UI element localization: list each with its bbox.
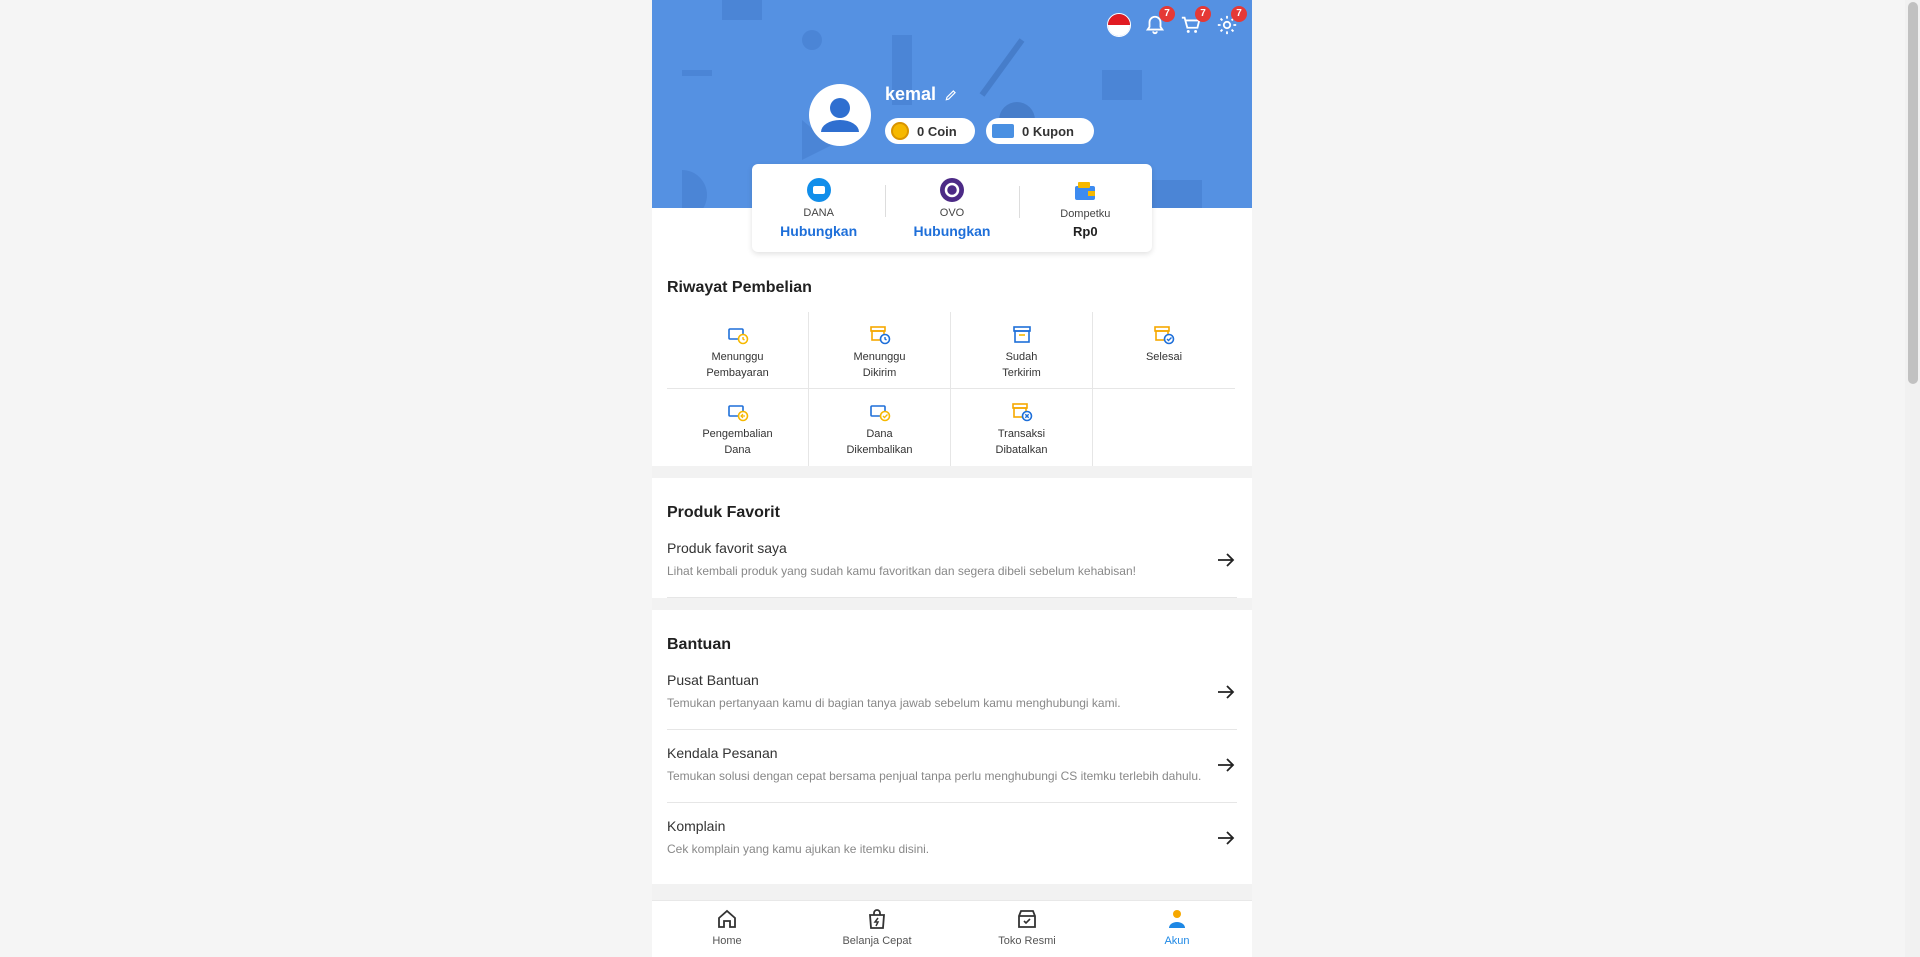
arrow-right-icon xyxy=(1218,685,1235,699)
wallet-dana[interactable]: DANA Hubungkan xyxy=(752,177,885,239)
riwayat-item-menunggu-pembayaran[interactable]: Menunggu Pembayaran xyxy=(667,312,809,389)
riwayat-item-label: Menunggu Dikirim xyxy=(853,351,906,379)
nav-label: Toko Resmi xyxy=(998,935,1056,947)
nav-belanja-cepat[interactable]: Belanja Cepat xyxy=(802,901,952,957)
avatar[interactable] xyxy=(809,84,871,146)
dompetku-balance: Rp0 xyxy=(1073,223,1098,239)
riwayat-empty-cell xyxy=(1093,389,1235,466)
header-actions: 7 7 7 xyxy=(1106,6,1247,38)
wallet-dompetku[interactable]: Dompetku Rp0 xyxy=(1018,178,1152,239)
riwayat-item-dana-dikembalikan[interactable]: Dana Dikembalikan xyxy=(809,389,951,466)
row-description: Lihat kembali produk yang sudah kamu fav… xyxy=(667,564,1136,578)
indonesia-flag-icon xyxy=(1107,13,1131,37)
refunded-icon xyxy=(869,405,890,422)
row-description: Temukan solusi dengan cepat bersama penj… xyxy=(667,769,1202,783)
dana-icon xyxy=(806,177,832,203)
nav-home[interactable]: Home xyxy=(652,901,802,957)
home-icon xyxy=(718,909,736,928)
shipping-pending-icon xyxy=(869,326,890,345)
riwayat-item-selesai[interactable]: Selesai xyxy=(1093,312,1235,389)
store-icon xyxy=(1018,910,1036,928)
bantuan-row-pusat-bantuan[interactable]: Pusat Bantuan Temukan pertanyaan kamu di… xyxy=(667,657,1237,730)
nav-akun[interactable]: Akun xyxy=(1102,901,1252,957)
arrow-right-icon xyxy=(1218,831,1235,845)
riwayat-title: Riwayat Pembelian xyxy=(667,279,812,296)
cancelled-icon xyxy=(1011,403,1032,422)
riwayat-grid: Menunggu Pembayaran Menunggu Dikirim Sud… xyxy=(667,312,1235,466)
notification-button[interactable]: 7 xyxy=(1142,6,1175,38)
cart-button[interactable]: 7 xyxy=(1178,6,1211,38)
settings-badge: 7 xyxy=(1231,6,1247,22)
riwayat-item-label: Selesai xyxy=(1145,351,1183,363)
page-scrollbar[interactable] xyxy=(1905,0,1920,957)
user-icon xyxy=(1169,910,1185,928)
ovo-connect-link[interactable]: Hubungkan xyxy=(885,223,1018,239)
user-avatar-icon xyxy=(821,98,859,132)
wallet-card: DANA Hubungkan OVO Hubungkan Dompetku Rp… xyxy=(752,164,1152,252)
riwayat-item-menunggu-dikirim[interactable]: Menunggu Dikirim xyxy=(809,312,951,389)
payment-pending-icon xyxy=(727,328,748,345)
scrollbar-thumb[interactable] xyxy=(1908,2,1918,384)
done-box-icon xyxy=(1154,326,1175,345)
row-title: Kendala Pesanan xyxy=(667,745,778,761)
username: kemal xyxy=(885,84,937,104)
bantuan-row-kendala-pesanan[interactable]: Kendala Pesanan Temukan solusi dengan ce… xyxy=(667,730,1237,803)
arrow-right-icon xyxy=(1218,758,1235,772)
row-title: Komplain xyxy=(667,818,726,834)
riwayat-item-pengembalian-dana[interactable]: Pengembalian Dana xyxy=(667,389,809,466)
bantuan-card: Bantuan Pusat Bantuan Temukan pertanyaan… xyxy=(652,610,1252,884)
wallet-label: Dompetku xyxy=(1060,207,1111,220)
coin-icon xyxy=(891,122,909,140)
dana-connect-link[interactable]: Hubungkan xyxy=(752,223,885,239)
bantuan-row-komplain[interactable]: Komplain Cek komplain yang kamu ajukan k… xyxy=(667,803,1237,876)
kupon-label: 0 Kupon xyxy=(1022,123,1074,139)
kupon-pill[interactable]: 0 Kupon xyxy=(986,118,1094,144)
nav-label: Home xyxy=(712,935,742,947)
riwayat-item-label: Transaksi Dibatalkan xyxy=(995,428,1048,456)
wallet-icon xyxy=(1072,178,1098,204)
riwayat-item-transaksi-dibatalkan[interactable]: Transaksi Dibatalkan xyxy=(951,389,1093,466)
coupon-icon xyxy=(992,124,1014,138)
language-button[interactable] xyxy=(1106,12,1132,38)
wallet-label: DANA xyxy=(803,207,834,219)
riwayat-item-label: Pengembalian Dana xyxy=(702,428,773,456)
favorit-row[interactable]: Produk favorit saya Lihat kembali produk… xyxy=(667,525,1237,598)
riwayat-item-sudah-terkirim[interactable]: Sudah Terkirim xyxy=(951,312,1093,389)
username-row: kemal xyxy=(885,84,958,105)
row-title: Produk favorit saya xyxy=(667,540,787,556)
riwayat-item-label: Dana Dikembalikan xyxy=(846,428,913,456)
favorit-card: Produk Favorit Produk favorit saya Lihat… xyxy=(652,478,1252,598)
settings-button[interactable]: 7 xyxy=(1214,6,1247,38)
row-description: Cek komplain yang kamu ajukan ke itemku … xyxy=(667,842,930,856)
pencil-icon[interactable] xyxy=(944,88,958,102)
bottom-navigation: Home Belanja Cepat Toko Resmi Akun xyxy=(652,900,1252,957)
riwayat-item-label: Sudah Terkirim xyxy=(1002,351,1041,379)
nav-label: Belanja Cepat xyxy=(842,935,912,947)
account-page: 7 7 7 kemal 0 Coin 0 Kupon DANA Hubungka… xyxy=(652,0,1252,957)
riwayat-item-label: Menunggu Pembayaran xyxy=(706,351,769,379)
arrow-right-icon xyxy=(1218,553,1235,567)
notification-badge: 7 xyxy=(1159,6,1175,22)
coin-label: 0 Coin xyxy=(917,123,957,139)
cart-badge: 7 xyxy=(1195,6,1211,22)
coin-pill[interactable]: 0 Coin xyxy=(885,118,975,144)
shopping-bag-bolt-icon xyxy=(869,909,885,929)
wallet-ovo[interactable]: OVO Hubungkan xyxy=(885,177,1018,239)
sent-box-icon xyxy=(1012,326,1031,343)
bantuan-title: Bantuan xyxy=(667,636,731,653)
ovo-icon xyxy=(939,177,965,203)
nav-toko-resmi[interactable]: Toko Resmi xyxy=(952,901,1102,957)
nav-label: Akun xyxy=(1164,935,1190,947)
row-title: Pusat Bantuan xyxy=(667,672,759,688)
refund-icon xyxy=(727,405,748,422)
favorit-title: Produk Favorit xyxy=(667,504,780,521)
wallet-label: OVO xyxy=(939,207,965,219)
row-description: Temukan pertanyaan kamu di bagian tanya … xyxy=(667,696,1121,710)
